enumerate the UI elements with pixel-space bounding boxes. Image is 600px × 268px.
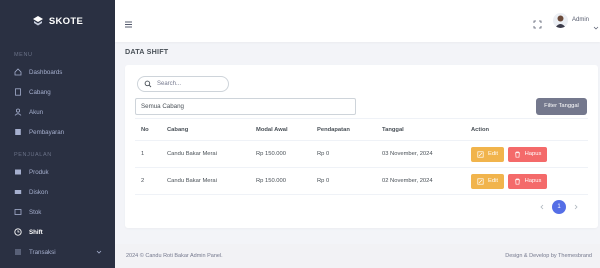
branch-select[interactable]: Semua Cabang — [135, 98, 356, 115]
edit-button[interactable]: Edit — [471, 146, 504, 162]
pagination: 1 — [537, 200, 581, 214]
sidebar-item-akun[interactable]: Akun — [0, 102, 115, 122]
sidebar-item-dashboards[interactable]: Dashboards — [0, 62, 115, 82]
cell-action: Edit Hapus — [465, 140, 588, 168]
column-header: Pendapatan — [311, 118, 376, 141]
sidebar-item-shift[interactable]: Shift — [0, 222, 115, 242]
cell-no: 1 — [135, 140, 161, 168]
stock-icon — [14, 208, 22, 216]
edit-icon — [477, 150, 484, 158]
sidebar-item-diskon[interactable]: Diskon — [0, 182, 115, 202]
file-icon — [14, 88, 22, 96]
sidebar-item-label: Pembayaran — [29, 128, 65, 136]
menu-toggle-icon[interactable] — [124, 16, 133, 28]
menu-title: MENU — [14, 52, 33, 58]
cell-action: Edit Hapus — [465, 167, 588, 195]
search-icon — [144, 80, 152, 88]
cell-tanggal: 03 November, 2024 — [376, 140, 465, 168]
sidebar-item-label: Diskon — [29, 188, 48, 196]
column-header: Modal Awal — [250, 118, 311, 141]
shift-card: Search... Semua Cabang Filter Tanggal No… — [125, 65, 598, 228]
user-name[interactable]: Admin — [572, 17, 589, 23]
page-number[interactable]: 1 — [552, 200, 566, 214]
sidebar-item-label: Stok — [29, 208, 42, 216]
sidebar-item-label: Shift — [29, 228, 43, 236]
sidebar-item-label: Produk — [29, 168, 49, 176]
sidebar-item-label: Cabang — [29, 88, 51, 96]
prev-page-icon[interactable] — [537, 202, 547, 212]
sidebar: SKOTE MENU Dashboards Cabang Akun Pembay… — [0, 0, 115, 268]
cell-tanggal: 02 November, 2024 — [376, 167, 465, 195]
edit-icon — [477, 177, 484, 185]
brand-name: SKOTE — [48, 15, 84, 27]
search-placeholder: Search... — [157, 81, 182, 87]
shift-table: No Cabang Modal Awal Pendapatan Tanggal … — [135, 118, 588, 195]
sidebar-item-label: Dashboards — [29, 68, 63, 76]
list-icon — [14, 248, 22, 256]
footer: 2024 © Candu Roti Bakar Admin Panel. Des… — [115, 244, 600, 268]
column-header: No — [135, 118, 161, 141]
sidebar-item-label: Akun — [29, 108, 44, 116]
column-header: Action — [465, 118, 588, 141]
next-page-icon[interactable] — [571, 202, 581, 212]
delete-button[interactable]: Hapus — [507, 173, 548, 189]
chevron-down-icon — [95, 248, 103, 256]
cell-cabang: Candu Bakar Merai — [161, 140, 250, 168]
sidebar-item-transaksi[interactable]: Transaksi — [0, 242, 115, 262]
column-header: Tanggal — [376, 118, 465, 141]
cell-modal-awal: Rp 150.000 — [250, 167, 311, 195]
filter-date-button[interactable]: Filter Tanggal — [536, 98, 587, 115]
cell-pendapatan: Rp 0 — [311, 167, 376, 195]
edit-button[interactable]: Edit — [471, 173, 504, 189]
brand[interactable]: SKOTE — [0, 0, 115, 42]
topbar: Admin — [115, 0, 600, 42]
edit-label: Edit — [488, 178, 498, 184]
cell-cabang: Candu Bakar Merai — [161, 167, 250, 195]
sidebar-item-produk[interactable]: Produk — [0, 162, 115, 182]
trash-icon — [514, 151, 521, 158]
cell-pendapatan: Rp 0 — [311, 140, 376, 168]
sidebar-item-pembayaran[interactable]: Pembayaran — [0, 122, 115, 142]
cell-modal-awal: Rp 150.000 — [250, 140, 311, 168]
ticket-icon — [14, 188, 22, 196]
sidebar-item-cabang[interactable]: Cabang — [0, 82, 115, 102]
search-input[interactable]: Search... — [137, 76, 229, 92]
logo-icon — [32, 15, 44, 27]
page-title: DATA SHIFT — [125, 47, 169, 56]
section-title: PENJUALAN — [14, 152, 52, 158]
user-icon — [14, 108, 22, 116]
fullscreen-icon[interactable] — [533, 16, 542, 29]
sidebar-item-label: Transaksi — [29, 248, 56, 256]
table-row: 1 Candu Bakar Merai Rp 150.000 Rp 0 03 N… — [135, 140, 588, 168]
trash-icon — [514, 178, 521, 185]
delete-button[interactable]: Hapus — [507, 146, 548, 162]
footer-credit: Design & Develop by Themesbrand — [505, 253, 592, 259]
sidebar-item-stok[interactable]: Stok — [0, 202, 115, 222]
column-header: Cabang — [161, 118, 250, 141]
chevron-down-icon[interactable] — [593, 18, 599, 30]
receipt-icon — [14, 128, 22, 136]
delete-label: Hapus — [524, 178, 542, 184]
table-row: 2 Candu Bakar Merai Rp 150.000 Rp 0 02 N… — [135, 167, 588, 195]
edit-label: Edit — [488, 151, 498, 157]
cell-no: 2 — [135, 167, 161, 195]
home-icon — [14, 68, 22, 76]
footer-copyright: 2024 © Candu Roti Bakar Admin Panel. — [126, 253, 223, 259]
box-icon — [14, 168, 22, 176]
table-header-row: No Cabang Modal Awal Pendapatan Tanggal … — [135, 118, 588, 141]
clock-icon — [14, 228, 22, 236]
delete-label: Hapus — [524, 151, 542, 157]
avatar[interactable] — [553, 13, 568, 28]
